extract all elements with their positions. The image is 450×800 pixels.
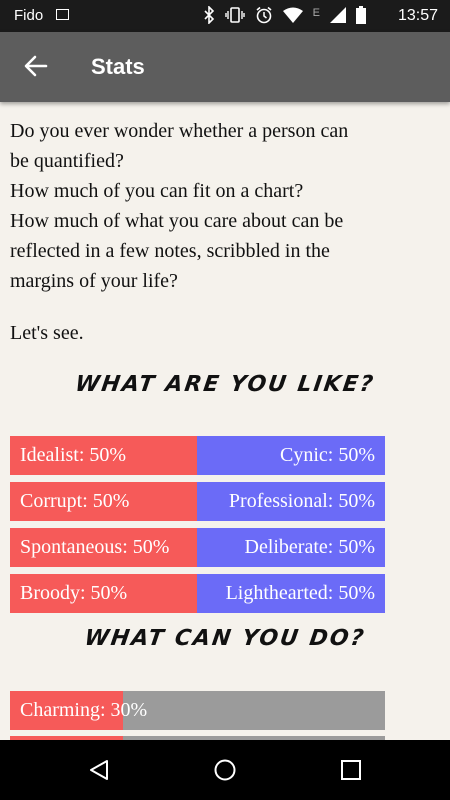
back-arrow-icon[interactable] (22, 52, 50, 80)
status-icons: E (203, 5, 366, 29)
carrier-name: Fido (14, 7, 44, 24)
trait-right-label: Cynic: 50% (280, 444, 375, 466)
battery-icon (356, 6, 366, 29)
trait-right-label: Lighthearted: 50% (225, 582, 375, 604)
stats-content[interactable]: Do you ever wonder whether a person can … (0, 102, 450, 740)
skill-label: Charming: 30% (20, 699, 148, 721)
alarm-icon (255, 6, 273, 29)
cell-signal-icon (330, 7, 346, 28)
trait-right-label: Professional: 50% (228, 490, 375, 512)
trait-bar-right: Professional: 50% (197, 482, 385, 521)
story-paragraph-1: Do you ever wonder whether a person can … (10, 116, 430, 296)
trait-bar-right: Cynic: 50% (197, 436, 385, 475)
status-bar: Fido E 13:57 (0, 0, 450, 32)
section-title-do: WHAT CAN YOU DO? (82, 626, 368, 651)
image-notification-icon (56, 9, 69, 20)
app-bar: Stats (0, 32, 450, 102)
story-line: How much of what you care about can be (10, 210, 344, 232)
section-title-like: WHAT ARE YOU LIKE? (73, 372, 377, 397)
trait-left-label: Spontaneous: 50% (20, 536, 170, 558)
trait-right-label: Deliberate: 50% (244, 536, 376, 558)
trait-bar-left: Broody: 50% (10, 574, 197, 613)
page-title: Stats (91, 54, 145, 79)
trait-bar-left: Spontaneous: 50% (10, 528, 197, 567)
trait-bar-left: Corrupt: 50% (10, 482, 197, 521)
story-paragraph-2: Let's see. (10, 322, 84, 344)
trait-bar-left: Idealist: 50% (10, 436, 197, 475)
story-line: Do you ever wonder whether a person can (10, 120, 349, 142)
nav-back-icon[interactable] (87, 758, 111, 782)
vibrate-icon (224, 7, 245, 28)
trait-bar-spontaneous-deliberate: Spontaneous: 50% Deliberate: 50% (10, 528, 385, 567)
skill-bar-charming: Charming: 30% (10, 691, 385, 730)
trait-bar-right: Deliberate: 50% (197, 528, 385, 567)
story-line: be quantified? (10, 150, 124, 172)
wifi-icon (282, 7, 303, 28)
trait-left-label: Corrupt: 50% (20, 490, 130, 512)
skill-bar-empty (122, 691, 385, 730)
trait-left-label: Broody: 50% (20, 582, 128, 604)
story-line: How much of you can fit on a chart? (10, 180, 304, 202)
nav-home-icon[interactable] (213, 758, 237, 782)
nav-recents-icon[interactable] (339, 758, 363, 782)
trait-bar-right: Lighthearted: 50% (197, 574, 385, 613)
trait-bar-corrupt-professional: Corrupt: 50% Professional: 50% (10, 482, 385, 521)
trait-bar-broody-lighthearted: Broody: 50% Lighthearted: 50% (10, 574, 385, 613)
story-line: reflected in a few notes, scribbled in t… (10, 240, 330, 262)
story-line: margins of your life? (10, 270, 178, 292)
system-nav-bar (0, 740, 450, 800)
network-type-label: E (312, 6, 320, 19)
bluetooth-icon (203, 5, 215, 29)
story-text: Do you ever wonder whether a person can … (10, 116, 430, 348)
trait-left-label: Idealist: 50% (20, 444, 127, 466)
trait-bar-idealist-cynic: Idealist: 50% Cynic: 50% (10, 436, 385, 475)
status-clock: 13:57 (397, 7, 438, 24)
